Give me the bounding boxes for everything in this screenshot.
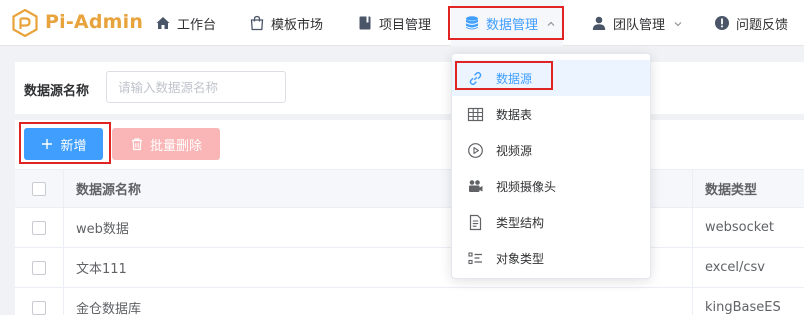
play-circle-icon [466,141,484,159]
select-all-checkbox[interactable] [32,181,46,196]
add-button-label: 新增 [60,137,87,153]
nav-template-market[interactable]: 模板市场 [248,0,323,46]
dropdown-item-label: 类型结构 [496,215,545,230]
document-icon [466,213,484,231]
nav-template-market-label: 模板市场 [271,17,324,33]
list-panel: 新增 批量删除 数据源名称 数据类型 web数据 websocket 文本111… [15,120,804,315]
row-type: kingBaseES [692,288,804,315]
chevron-down-icon [673,18,683,28]
nav-team-mgmt[interactable]: 团队管理 [590,0,683,46]
plus-icon [40,137,54,151]
search-input[interactable] [106,71,286,103]
nav-data-mgmt[interactable]: 数据管理 [451,0,563,46]
chevron-up-icon [546,18,556,28]
dropdown-item-label: 对象类型 [496,251,545,266]
row-type: websocket [692,208,804,247]
logo-icon [12,9,38,37]
home-icon [154,15,171,32]
row-type: excel/csv [692,248,804,287]
brand-name: Pi-Admin [45,11,144,33]
nav-workbench-label: 工作台 [177,17,217,33]
row-checkbox[interactable] [32,220,46,235]
shopping-bag-icon [248,15,265,32]
dropdown-item-label: 数据表 [496,107,533,122]
dropdown-item-type-structure[interactable]: 类型结构 [452,204,650,240]
trash-icon [130,137,144,151]
header-checkbox-cell [15,170,64,207]
row-checkbox-cell [15,288,64,315]
info-circle-icon [713,15,730,32]
table-row: web数据 websocket [15,208,804,248]
link-icon [466,69,484,87]
table-icon [466,105,484,123]
search-label: 数据源名称 [24,84,90,99]
batch-delete-button[interactable]: 批量删除 [112,128,220,160]
dropdown-item-label: 视频摄像头 [496,179,557,194]
row-checkbox[interactable] [32,300,46,315]
dropdown-item-label: 数据源 [496,71,533,86]
data-source-table: 数据源名称 数据类型 web数据 websocket 文本111 excel/c… [15,169,804,315]
dropdown-item-data-table[interactable]: 数据表 [452,96,650,132]
search-panel: 数据源名称 [15,62,804,114]
book-icon [356,15,373,32]
row-checkbox[interactable] [32,260,46,275]
nav-workbench[interactable]: 工作台 [154,0,216,46]
table-row: 金仓数据库 kingBaseES [15,288,804,315]
top-navigation: Pi-Admin 工作台 模板市场 项目管理 数据管理 团队管理 问题反馈 [0,0,804,46]
dropdown-item-video-source[interactable]: 视频源 [452,132,650,168]
dropdown-item-label: 视频源 [496,143,533,158]
table-row: 文本111 excel/csv [15,248,804,288]
row-checkbox-cell [15,208,64,247]
nav-feedback-label: 问题反馈 [736,17,789,33]
data-mgmt-dropdown: 数据源 数据表 视频源 视频摄像头 类型结构 对象类型 [451,53,651,279]
row-checkbox-cell [15,248,64,287]
nav-team-mgmt-label: 团队管理 [613,17,666,33]
row-name: 金仓数据库 [76,302,142,315]
list-icon [466,249,484,267]
user-icon [590,15,607,32]
nav-project-mgmt[interactable]: 项目管理 [356,0,431,46]
nav-feedback[interactable]: 问题反馈 [713,0,788,46]
dropdown-item-object-type[interactable]: 对象类型 [452,240,650,276]
database-icon [463,15,480,32]
batch-delete-button-label: 批量删除 [149,137,202,153]
video-camera-icon [466,177,484,195]
table-header: 数据源名称 数据类型 [15,169,804,208]
nav-project-mgmt-label: 项目管理 [379,17,432,33]
header-type: 数据类型 [692,170,804,207]
nav-data-mgmt-label: 数据管理 [486,17,539,33]
add-button[interactable]: 新增 [24,128,103,160]
dropdown-item-video-camera[interactable]: 视频摄像头 [452,168,650,204]
dropdown-item-data-source[interactable]: 数据源 [452,60,650,96]
